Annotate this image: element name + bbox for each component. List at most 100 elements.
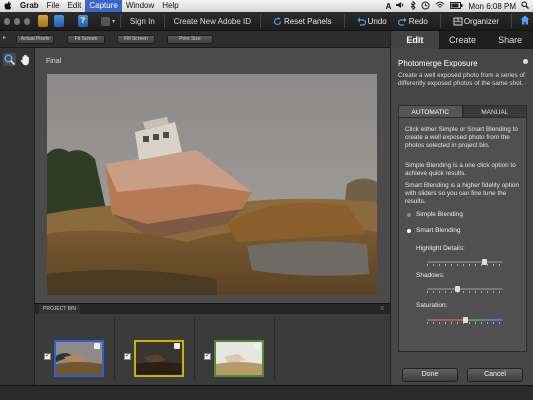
slider-track	[427, 261, 503, 263]
backup-icon[interactable]	[421, 1, 430, 12]
mode-tabs: AUTOMATIC MANUAL	[398, 105, 527, 118]
organizer-icon	[453, 17, 463, 26]
slider-track	[427, 288, 503, 290]
highlight-details-slider[interactable]	[427, 259, 503, 266]
print-size-button[interactable]: Print Size	[167, 35, 213, 44]
thumbnail-cell: ✓	[195, 318, 275, 380]
undo-icon	[357, 17, 366, 26]
tab-create[interactable]: Create	[439, 31, 487, 49]
thumbnail-image[interactable]	[134, 340, 184, 377]
right-panel: Edit Create Share Photomerge Exposure Cr…	[390, 31, 533, 385]
toolbar-divider	[163, 14, 165, 28]
tab-manual[interactable]: MANUAL	[462, 105, 527, 118]
shadows-label: Shadows:	[416, 272, 445, 279]
redo-button[interactable]: Redo	[394, 17, 432, 26]
tab-edit[interactable]: Edit	[391, 31, 439, 49]
slider-ticks	[427, 264, 503, 266]
redo-icon	[397, 17, 407, 26]
reset-panels-icon	[273, 16, 282, 26]
bottom-status-strip	[0, 385, 533, 400]
radio-dot	[407, 228, 411, 233]
bin-menu-icon[interactable]: ≡	[377, 306, 387, 312]
actual-pixels-button[interactable]: Actual Pixels	[16, 35, 54, 44]
image-canvas[interactable]: Final	[35, 48, 390, 303]
reset-panels-label: Reset Panels	[284, 16, 332, 26]
project-bin-header: PROJECT BIN ≡	[35, 303, 390, 314]
tool-strip	[0, 48, 35, 385]
adobe-icon[interactable]: A	[386, 2, 392, 11]
shadows-slider[interactable]	[427, 286, 503, 293]
undo-button[interactable]: Undo	[353, 17, 391, 26]
open-file-icon[interactable]	[37, 15, 48, 27]
automatic-mode-body: Click either Simple or Smart Blending to…	[398, 118, 527, 352]
toolbar-divider	[511, 14, 512, 28]
toolbar-divider	[343, 14, 345, 28]
fit-screen-button[interactable]: Fit Screen	[67, 35, 105, 44]
toolbar-divider	[439, 14, 441, 28]
workspace-menu-icon[interactable]	[100, 16, 111, 26]
view-options-bar: ▸ Actual Pixels Fit Screen Fill Screen P…	[0, 31, 390, 48]
collapse-arrow-icon[interactable]: ▸	[3, 34, 6, 41]
volume-icon[interactable]	[396, 1, 405, 11]
menu-window[interactable]: Window	[122, 0, 158, 12]
photomerge-panel: Photomerge Exposure Create a well expose…	[391, 49, 533, 385]
help-icon[interactable]: ?	[77, 15, 88, 27]
cancel-button[interactable]: Cancel	[467, 368, 523, 382]
slider-knob[interactable]	[455, 286, 460, 292]
zoom-tool-icon[interactable]	[3, 53, 16, 66]
menu-help[interactable]: Help	[158, 0, 182, 12]
thumbnail-checkbox[interactable]: ✓	[204, 353, 211, 360]
slider-knob[interactable]	[463, 317, 468, 323]
bluetooth-icon[interactable]	[410, 0, 417, 12]
slider-knob[interactable]	[482, 259, 487, 265]
hand-tool-icon[interactable]	[19, 53, 32, 66]
create-adobe-id-link[interactable]: Create New Adobe ID	[170, 17, 255, 26]
apple-menu-icon[interactable]	[0, 0, 16, 12]
thumbnail-badge-icon	[254, 343, 260, 349]
window-close-button[interactable]	[4, 17, 10, 25]
chevron-down-icon[interactable]: ▾	[112, 18, 115, 25]
simple-blending-label: Simple Blending	[416, 211, 463, 218]
done-button[interactable]: Done	[402, 368, 458, 382]
window-zoom-button[interactable]	[23, 17, 30, 25]
menu-file[interactable]: File	[43, 0, 64, 12]
menu-edit[interactable]: Edit	[64, 0, 86, 12]
highlight-details-label: Highlight Details:	[416, 245, 465, 252]
saturation-slider[interactable]	[427, 317, 503, 324]
window-minimize-button[interactable]	[13, 17, 20, 25]
project-bin-tab[interactable]: PROJECT BIN	[39, 304, 80, 314]
thumbnail-badge-icon	[94, 343, 100, 349]
save-icon[interactable]	[53, 15, 64, 27]
thumbnail-cell: ✓	[115, 318, 195, 380]
simple-blending-note: Simple Blending is a one click option to…	[405, 162, 516, 177]
thumbnail-checkbox[interactable]: ✓	[124, 353, 131, 360]
thumbnail-checkbox[interactable]: ✓	[44, 353, 51, 360]
saturation-label: Saturation:	[416, 302, 448, 309]
panel-title: Photomerge Exposure	[398, 59, 478, 68]
spotlight-icon[interactable]	[521, 1, 529, 11]
menu-capture[interactable]: Capture	[85, 0, 122, 12]
menu-grab[interactable]: Grab	[16, 0, 43, 12]
slider-ticks	[427, 291, 503, 293]
thumbnail-image[interactable]	[54, 340, 104, 377]
tab-automatic[interactable]: AUTOMATIC	[398, 105, 463, 118]
reset-panels-button[interactable]: Reset Panels	[269, 16, 336, 26]
wifi-icon[interactable]	[435, 1, 445, 11]
project-bin: ✓ ✓ ✓	[35, 314, 390, 385]
smart-blending-radio[interactable]: Smart Blending	[407, 227, 460, 234]
fill-screen-button[interactable]: Fill Screen	[117, 35, 155, 44]
home-icon[interactable]	[520, 15, 530, 27]
thumbnail-image[interactable]	[214, 340, 264, 377]
thumbnail-badge-icon	[174, 343, 180, 349]
simple-blending-radio[interactable]: Simple Blending	[407, 211, 463, 218]
menubar-clock[interactable]: Mon 6:08 PM	[468, 2, 516, 11]
organizer-button[interactable]: Organizer	[449, 17, 503, 26]
info-bulb-icon[interactable]	[523, 59, 528, 64]
photo-preview[interactable]	[47, 74, 377, 295]
toolbar-divider	[120, 14, 121, 28]
tab-share[interactable]: Share	[486, 31, 533, 49]
panel-tabs: Edit Create Share	[391, 31, 533, 49]
battery-icon[interactable]	[450, 1, 463, 11]
sign-in-link[interactable]: Sign In	[126, 17, 159, 26]
instructions-text: Click either Simple or Smart Blending to…	[405, 126, 518, 149]
